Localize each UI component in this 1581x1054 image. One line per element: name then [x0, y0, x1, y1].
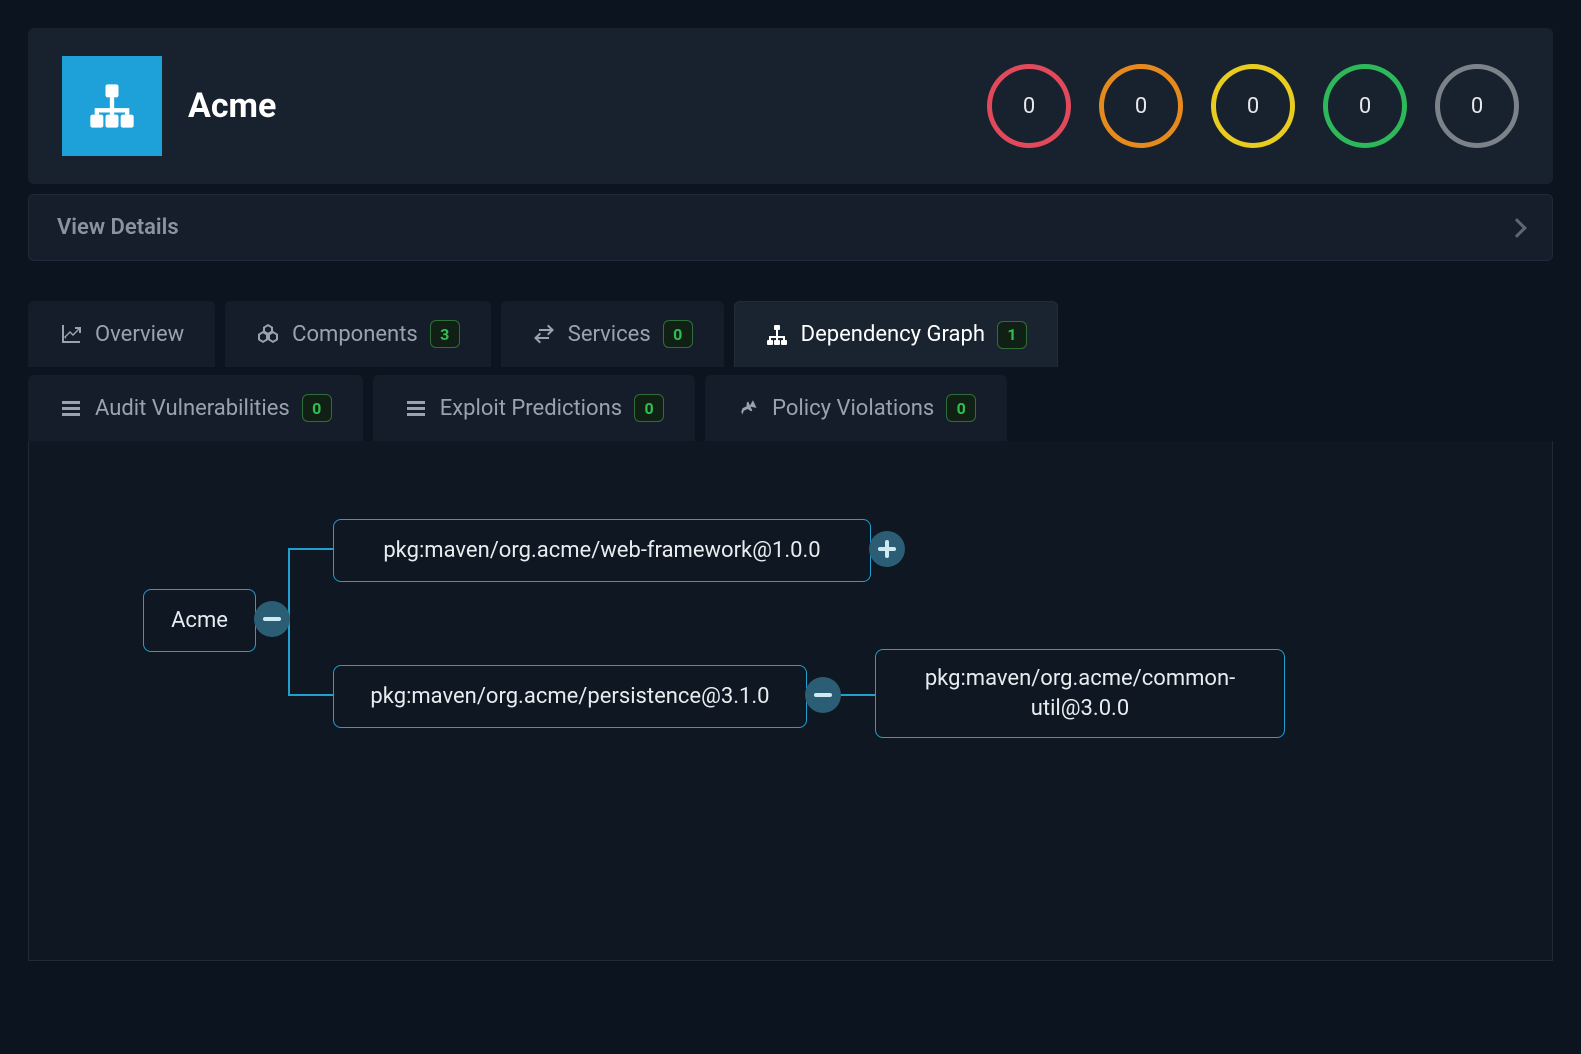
chevron-right-icon [1507, 218, 1527, 238]
severity-ring-1[interactable]: 0 [1099, 64, 1183, 148]
collapse-toggle-child2[interactable] [805, 677, 841, 713]
tab-row-2: Audit Vulnerabilities0Exploit Prediction… [28, 375, 1553, 441]
tab-badge: 1 [997, 321, 1027, 349]
project-header-left: Acme [62, 56, 276, 156]
tab-dependency-graph[interactable]: Dependency Graph 1 [734, 301, 1058, 367]
collapse-toggle-root[interactable] [254, 601, 290, 637]
plus-icon [885, 540, 889, 558]
dependency-graph-panel: Acme pkg:maven/org.acme/web-framework@1.… [28, 441, 1553, 961]
severity-ring-4[interactable]: 0 [1435, 64, 1519, 148]
graph-node-child[interactable]: pkg:maven/org.acme/persistence@3.1.0 [333, 665, 807, 728]
graph-node-grandchild[interactable]: pkg:maven/org.acme/common-util@3.0.0 [875, 649, 1285, 738]
severity-ring-3[interactable]: 0 [1323, 64, 1407, 148]
cubes-icon [256, 322, 280, 346]
tab-label: Components [292, 322, 418, 347]
sitemap-icon [765, 323, 789, 347]
tab-services[interactable]: Services 0 [501, 301, 724, 367]
graph-node-root[interactable]: Acme [143, 589, 256, 652]
thumbtack-icon [736, 396, 760, 420]
expand-toggle-child1[interactable] [869, 531, 905, 567]
project-header: Acme 00000 [28, 28, 1553, 184]
minus-icon [263, 617, 281, 621]
graph-node-label: pkg:maven/org.acme/web-framework@1.0.0 [383, 538, 820, 563]
project-title: Acme [188, 86, 276, 126]
view-details-toggle[interactable]: View Details [28, 194, 1553, 261]
graph-node-child[interactable]: pkg:maven/org.acme/web-framework@1.0.0 [333, 519, 871, 582]
tab-badge: 0 [663, 320, 693, 348]
view-details-label: View Details [57, 215, 179, 240]
tab-badge: 3 [430, 320, 460, 348]
tab-row-1: Overview Components 3 Services 0 Dependency G… [28, 301, 1553, 367]
tasks-icon [59, 396, 83, 420]
tab-overview[interactable]: Overview [28, 301, 215, 367]
tasks-icon [404, 396, 428, 420]
tab-components[interactable]: Components 3 [225, 301, 491, 367]
tab-badge: 0 [634, 394, 664, 422]
tab-policy-violations[interactable]: Policy Violations 0 [705, 375, 1007, 441]
tabs: Overview Components 3 Services 0 Dependency G… [28, 301, 1553, 961]
tab-label: Audit Vulnerabilities [95, 396, 290, 421]
severity-ring-0[interactable]: 0 [987, 64, 1071, 148]
tab-label: Policy Violations [772, 396, 934, 421]
graph-node-label: pkg:maven/org.acme/persistence@3.1.0 [370, 684, 769, 709]
graph-node-label: Acme [171, 608, 228, 633]
chart-line-icon [59, 322, 83, 346]
exchange-icon [532, 322, 556, 346]
tab-label: Exploit Predictions [440, 396, 622, 421]
sitemap-icon [86, 80, 138, 132]
tab-label: Overview [95, 322, 184, 347]
tab-exploit-predictions[interactable]: Exploit Predictions 0 [373, 375, 695, 441]
tab-label: Services [568, 322, 651, 347]
severity-rings: 00000 [987, 64, 1519, 148]
minus-icon [814, 693, 832, 697]
severity-ring-2[interactable]: 0 [1211, 64, 1295, 148]
tab-badge: 0 [302, 394, 332, 422]
project-icon [62, 56, 162, 156]
tab-audit-vulnerabilities[interactable]: Audit Vulnerabilities 0 [28, 375, 363, 441]
tab-label: Dependency Graph [801, 322, 985, 347]
tab-badge: 0 [946, 394, 976, 422]
graph-node-label: pkg:maven/org.acme/common-util@3.0.0 [902, 664, 1258, 723]
